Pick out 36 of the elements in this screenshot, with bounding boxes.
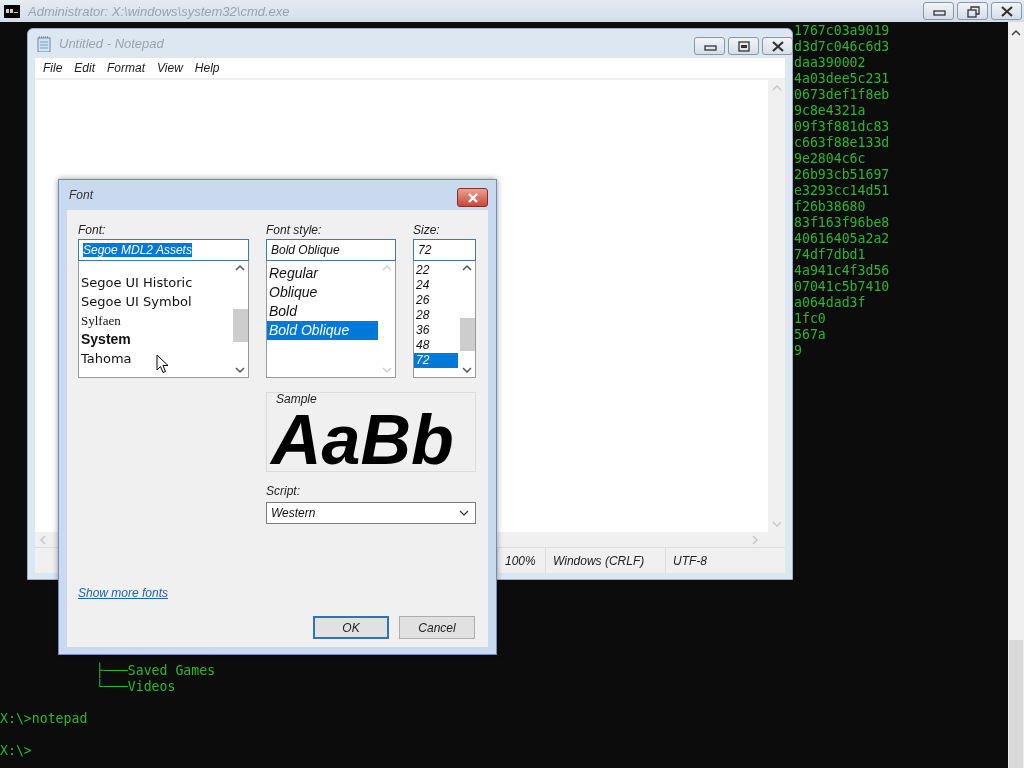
console-line: 9e2804c6c: [794, 151, 866, 167]
status-text: Windows (CRLF): [545, 548, 665, 573]
console-line: ├───Saved Games: [95, 663, 216, 678]
sample-text: AaBb: [271, 405, 454, 471]
field-label: Font style:: [266, 223, 323, 238]
console-line: 1767c03a9019: [794, 23, 890, 39]
console-line: 83f163f96be8: [794, 215, 890, 231]
console-line: e3293cc14d51: [794, 183, 890, 199]
console-line: 26b93cb51697: [794, 167, 890, 183]
field-label: Script:: [266, 484, 301, 499]
console-line: 1fc0: [794, 311, 826, 327]
console-line: 4a941c4f3d56: [794, 263, 890, 279]
console-line: 0673def1f8eb: [794, 87, 890, 103]
console-line: d3d7c046c6d3: [794, 39, 890, 55]
console-line: 9c8e4321a: [794, 103, 866, 119]
status-text: UTF-8: [665, 548, 768, 573]
console-line: c663f88e133d: [794, 135, 890, 151]
group-label: Sample: [274, 393, 319, 406]
console-line: 09f3f881dc83: [794, 119, 890, 135]
console-line: 40616405a2a2: [794, 231, 890, 247]
console-line: f26b38680: [794, 199, 866, 215]
field-label: Font:: [78, 223, 107, 238]
console-line: a064dad3f: [794, 295, 866, 311]
console-line: X:\>notepad: [0, 711, 88, 727]
window-title: Administrator: X:\windows\system32\cmd.exe: [28, 3, 290, 19]
console-line: 4a03dee5c231: [794, 71, 890, 87]
console-line: X:\>: [0, 743, 32, 759]
console-line: 567a: [794, 327, 826, 343]
console-line: 74df7dbd1: [794, 247, 866, 263]
console-line: daa390002: [794, 55, 866, 71]
dialog-title: Font: [69, 188, 93, 202]
field-label: Size:: [413, 223, 441, 238]
console-line: └───Videos: [95, 679, 176, 695]
console-line: 07041c5b7410: [794, 279, 890, 295]
window-title: Untitled - Notepad: [59, 36, 164, 51]
console-line: 9: [794, 343, 802, 359]
